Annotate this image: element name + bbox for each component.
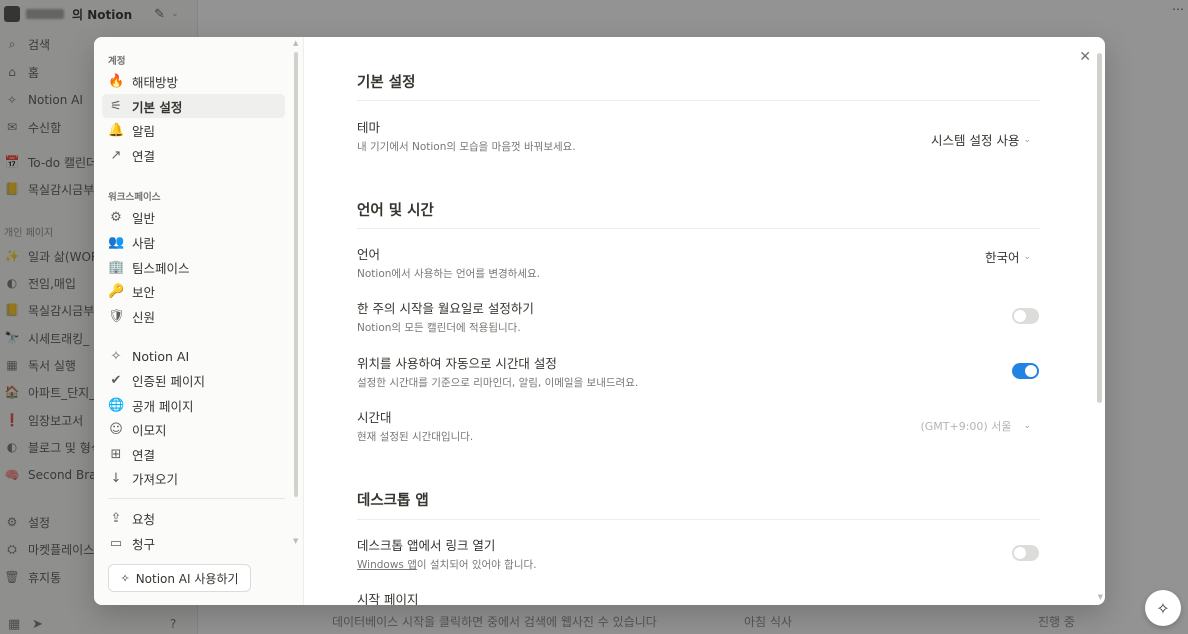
notion-ai-face-icon[interactable]: ✧ — [1145, 590, 1181, 626]
open-links-toggle[interactable] — [1012, 545, 1039, 561]
setting-open-links-desc: Windows 앱이 설치되어 있어야 합니다. — [357, 559, 537, 571]
windows-app-link[interactable]: Windows 앱 — [357, 559, 417, 571]
settings-item-import[interactable]: ↓ 가져오기 — [102, 466, 285, 490]
settings-item-teamspaces[interactable]: 🏢 팀스페이스 — [102, 255, 285, 279]
credit-card-icon: ▭ — [109, 535, 123, 551]
people-icon: 👥 — [108, 234, 125, 250]
settings-item-security[interactable]: 🔑 보안 — [102, 279, 285, 303]
external-link-icon: ↗ — [110, 147, 122, 163]
settings-item-identity[interactable]: 🛡 신원 — [102, 304, 285, 328]
settings-item-people[interactable]: 👥 사람 — [102, 230, 285, 254]
settings-content: ✕ ▼ 기본 설정 테마 내 기기에서 Notion의 모습을 마음껏 바꿔보세… — [305, 37, 1105, 605]
setting-auto-timezone-desc: 설정한 시간대를 기준으로 리마인더, 알림, 이메일을 보내드려요. — [357, 377, 639, 389]
section-account: 계정 — [108, 56, 126, 67]
settings-item-verified-pages[interactable]: ✔ 인증된 페이지 — [102, 368, 285, 392]
settings-modal: ▲ ▼ 계정 🔥 해태방방 ⚟ 기본 설정 🔔 알림 ↗ 연결 워크스페이스 ⚙ 일반 👥… — [94, 37, 1105, 605]
section-heading-desktop-app: 데스크톱 앱 — [357, 493, 429, 509]
section-heading-language-time: 언어 및 시간 — [357, 203, 434, 219]
scroll-down-arrow[interactable]: ▼ — [293, 537, 298, 545]
try-notion-ai-button[interactable]: ✧ Notion AI 사용하기 — [108, 564, 251, 592]
scroll-down-arrow[interactable]: ▼ — [1098, 593, 1103, 601]
settings-item-general[interactable]: ⚙ 일반 — [102, 205, 285, 229]
scroll-up-arrow[interactable]: ▲ — [293, 39, 298, 47]
setting-theme-desc: 내 기기에서 Notion의 모습을 마음껏 바꿔보세요. — [357, 141, 576, 153]
setting-week-start-desc: Notion의 모든 캘린더에 적용됩니다. — [357, 322, 521, 334]
setting-timezone-title: 시간대 — [357, 410, 392, 425]
section-divider — [357, 519, 1040, 520]
language-dropdown[interactable]: 한국어 ⌄ — [985, 247, 1031, 266]
grid-icon: ⊞ — [110, 446, 122, 462]
bell-icon: 🔔 — [108, 122, 125, 138]
shield-icon: 🛡 — [108, 308, 125, 324]
auto-timezone-toggle[interactable] — [1012, 363, 1039, 379]
settings-item-notifications[interactable]: 🔔 알림 — [102, 118, 285, 142]
content-scrollbar[interactable] — [1097, 53, 1102, 403]
setting-auto-timezone-title: 위치를 사용하여 자동으로 시간대 설정 — [357, 356, 557, 371]
timezone-dropdown[interactable]: (GMT+9:00) 서울 ⌄ — [920, 418, 1031, 434]
chevron-down-icon: ⌄ — [1023, 251, 1031, 262]
verified-check-icon: ✔ — [110, 372, 122, 388]
setting-start-page-title: 시작 페이지 — [357, 592, 419, 605]
ai-icon: ✧ — [120, 571, 130, 585]
settings-item-integrations[interactable]: ⊞ 연결 — [102, 442, 285, 466]
smiley-icon: ☺ — [109, 421, 123, 437]
setting-language-title: 언어 — [357, 247, 381, 262]
settings-item-billing[interactable]: ▭ 청구 — [102, 531, 285, 555]
ai-icon: ✧ — [110, 348, 122, 364]
upload-box-icon: ⇪ — [110, 510, 122, 526]
setting-language-desc: Notion에서 사용하는 언어를 변경하세요. — [357, 268, 540, 280]
section-divider — [357, 228, 1040, 229]
section-divider — [357, 100, 1040, 101]
settings-item-preferences[interactable]: ⚟ 기본 설정 — [102, 94, 285, 118]
settings-item-profile[interactable]: 🔥 해태방방 — [102, 69, 285, 93]
setting-week-start-title: 한 주의 시작을 월요일로 설정하기 — [357, 301, 534, 316]
settings-sidebar: ▲ ▼ 계정 🔥 해태방방 ⚟ 기본 설정 🔔 알림 ↗ 연결 워크스페이스 ⚙ 일반 👥… — [94, 37, 304, 605]
settings-item-public-pages[interactable]: 🌐 공개 페이지 — [102, 393, 285, 417]
sidebar-scrollbar[interactable] — [294, 52, 298, 497]
download-icon: ↓ — [110, 470, 122, 486]
close-icon[interactable]: ✕ — [1079, 49, 1091, 65]
building-icon: 🏢 — [108, 259, 125, 275]
key-icon: 🔑 — [108, 283, 125, 299]
setting-open-links-title: 데스크톱 앱에서 링크 열기 — [357, 538, 496, 553]
chevron-down-icon: ⌄ — [1023, 134, 1031, 145]
settings-item-connections[interactable]: ↗ 연결 — [102, 143, 285, 167]
chevron-down-icon: ⌄ — [1023, 421, 1031, 431]
fire-icon: 🔥 — [108, 73, 125, 89]
settings-item-emoji[interactable]: ☺ 이모지 — [102, 417, 285, 441]
settings-item-requests[interactable]: ⇪ 요청 — [102, 506, 285, 530]
setting-timezone-desc: 현재 설정된 시간대입니다. — [357, 431, 474, 443]
setting-theme-title: 테마 — [357, 120, 381, 135]
settings-item-notion-ai[interactable]: ✧ Notion AI — [102, 344, 285, 368]
gear-icon: ⚙ — [110, 209, 122, 225]
globe-icon: 🌐 — [108, 397, 125, 413]
sidebar-divider — [108, 498, 285, 499]
section-heading-preferences: 기본 설정 — [357, 75, 416, 91]
week-start-toggle[interactable] — [1012, 308, 1039, 324]
theme-dropdown[interactable]: 시스템 설정 사용 ⌄ — [931, 130, 1031, 149]
section-workspace: 워크스페이스 — [108, 192, 161, 203]
sliders-icon: ⚟ — [110, 98, 122, 114]
